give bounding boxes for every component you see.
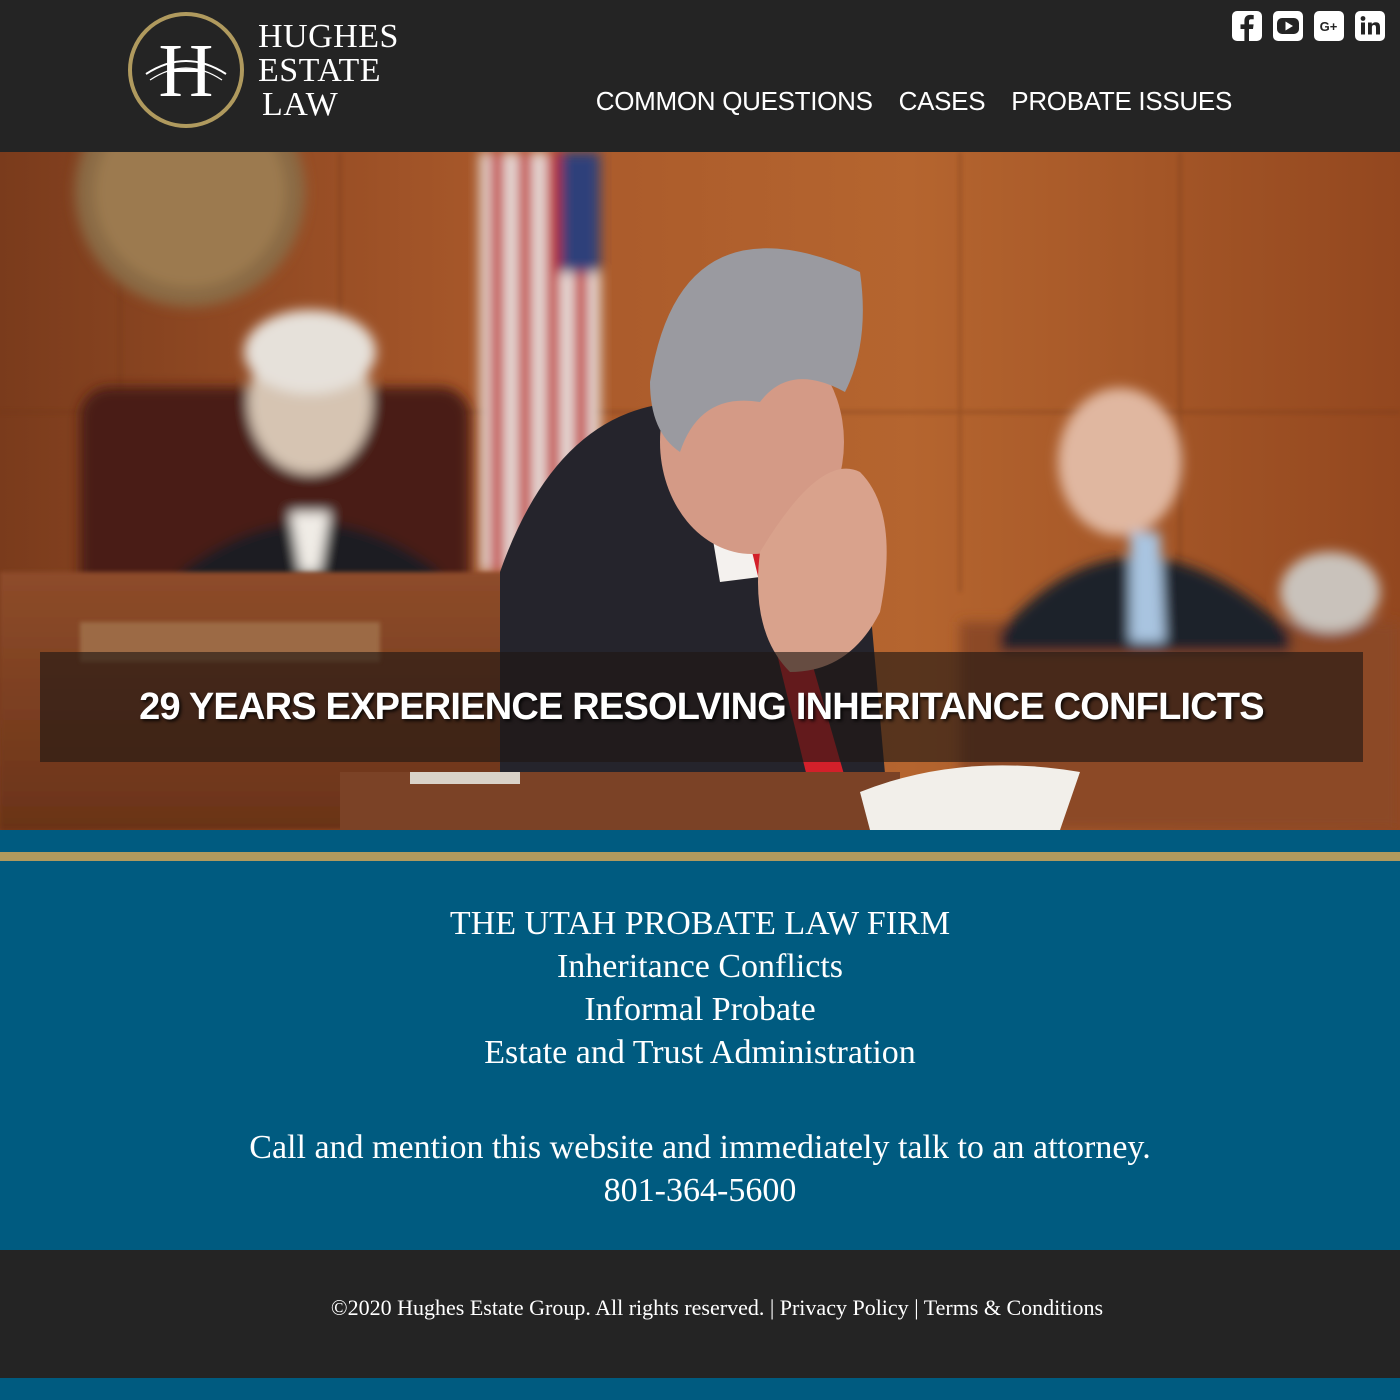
hero-headline-bar: 29 YEARS EXPERIENCE RESOLVING INHERITANC… bbox=[40, 652, 1363, 762]
bottom-accent-strip bbox=[0, 1378, 1400, 1400]
privacy-policy-link[interactable]: Privacy Policy bbox=[780, 1295, 909, 1320]
logo-line-estate: ESTATE bbox=[258, 52, 382, 89]
footer-separator: | bbox=[769, 1295, 775, 1320]
google-plus-icon: G+ bbox=[1314, 11, 1344, 41]
hero-headline: 29 YEARS EXPERIENCE RESOLVING INHERITANC… bbox=[139, 685, 1265, 728]
copyright-text: ©2020 Hughes Estate Group. All rights re… bbox=[330, 1295, 765, 1320]
youtube-icon bbox=[1273, 11, 1303, 41]
linkedin-link[interactable] bbox=[1354, 10, 1386, 42]
info-band: THE UTAH PROBATE LAW FIRM Inheritance Co… bbox=[0, 830, 1400, 1250]
logo-line-law: LAW bbox=[262, 86, 339, 123]
gold-divider bbox=[0, 852, 1400, 861]
service-item: Informal Probate bbox=[584, 991, 816, 1028]
youtube-link[interactable] bbox=[1272, 10, 1304, 42]
call-to-action: Call and mention this website and immedi… bbox=[249, 1129, 1151, 1166]
facebook-icon bbox=[1232, 11, 1262, 41]
main-nav: COMMON QUESTIONS CASES PROBATE ISSUES bbox=[596, 86, 1233, 116]
linkedin-icon bbox=[1355, 11, 1385, 41]
phone-number[interactable]: 801-364-5600 bbox=[0, 1169, 1400, 1212]
svg-text:G+: G+ bbox=[1320, 19, 1338, 34]
google-plus-link[interactable]: G+ bbox=[1313, 10, 1345, 42]
service-item: Estate and Trust Administration bbox=[484, 1034, 916, 1071]
site-logo[interactable]: H HUGHES ESTATE LAW bbox=[126, 10, 416, 132]
info-text-block: THE UTAH PROBATE LAW FIRM Inheritance Co… bbox=[0, 902, 1400, 1212]
site-header: H HUGHES ESTATE LAW G+ COMMON QUESTIONS … bbox=[0, 0, 1400, 152]
service-item: Inheritance Conflicts bbox=[556, 948, 844, 985]
site-footer: ©2020 Hughes Estate Group. All rights re… bbox=[0, 1250, 1400, 1378]
nav-cases[interactable]: CASES bbox=[899, 86, 986, 116]
hero-banner: 29 YEARS EXPERIENCE RESOLVING INHERITANC… bbox=[0, 152, 1400, 830]
facebook-link[interactable] bbox=[1231, 10, 1263, 42]
firm-title: THE UTAH PROBATE LAW FIRM bbox=[449, 905, 951, 942]
social-links: G+ bbox=[1231, 10, 1386, 42]
footer-legal: ©2020 Hughes Estate Group. All rights re… bbox=[0, 1294, 1400, 1322]
nav-probate-issues[interactable]: PROBATE ISSUES bbox=[1011, 86, 1232, 116]
logo-monogram-icon: H bbox=[128, 12, 244, 128]
logo-line-hughes: HUGHES bbox=[258, 18, 399, 55]
terms-conditions-link[interactable]: Terms & Conditions bbox=[924, 1295, 1103, 1320]
footer-separator: | bbox=[914, 1295, 919, 1320]
nav-common-questions[interactable]: COMMON QUESTIONS bbox=[596, 86, 873, 116]
logo-wordmark: HUGHES ESTATE LAW bbox=[258, 20, 399, 122]
